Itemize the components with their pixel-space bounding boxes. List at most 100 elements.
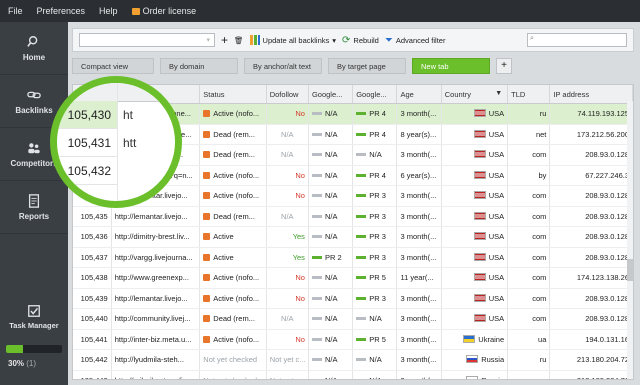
google-1-cell: N/A (308, 349, 354, 371)
table-row[interactable]: 105,439 http://lemantar.livejo... Active (… (73, 288, 633, 309)
col-country[interactable]: Country ▼ (441, 85, 509, 104)
checkbox-icon (28, 305, 40, 317)
tab-compact-view[interactable]: Compact view (72, 58, 154, 74)
rank-bar (311, 194, 322, 198)
status-cell: Dead (rem... (199, 206, 267, 227)
row-num: 105,437 (73, 247, 112, 268)
country-cell: USA (441, 267, 509, 289)
progress-label: 30% (1) (8, 359, 37, 368)
backlink-url[interactable]: http://lemantar.livejo... (111, 288, 201, 309)
col-dofollow[interactable]: Dofollow (266, 85, 309, 104)
col-google-1[interactable]: Google... (308, 85, 354, 104)
backlink-url[interactable]: http://www.greenexp... (111, 267, 201, 289)
google-2-cell: PR 3 (352, 288, 398, 309)
row-num: 105,440 (73, 308, 112, 330)
backlink-url[interactable]: http://lyudmila-steh... (111, 349, 201, 371)
ip-cell: 208.93.0.128 (549, 308, 633, 330)
google-2-cell: PR 5 (352, 329, 398, 350)
age-cell: 3 month(... (396, 349, 442, 371)
filter-icon: ⏷ (384, 34, 393, 46)
backlink-url[interactable]: http://community.livej... (111, 308, 201, 330)
update-all-button[interactable]: Update all backlinks ▾ (249, 35, 337, 45)
advanced-filter-button[interactable]: ⏷ Advanced filter (385, 35, 446, 46)
tab-by-anchor[interactable]: By anchor/alt text (244, 58, 322, 74)
backlink-url[interactable]: http://mihail-evteev.li... (111, 370, 201, 379)
col-age[interactable]: Age (396, 85, 442, 104)
tld-cell: net (507, 124, 551, 145)
row-num: 105,436 (73, 226, 112, 248)
report-icon (28, 193, 40, 208)
dofollow-cell: No (266, 288, 309, 309)
table-row[interactable]: 105,440 http://community.livej... Dead (re… (73, 308, 633, 330)
ip-cell: 208.93.0.128 (549, 185, 633, 207)
col-google-2[interactable]: Google... (352, 85, 398, 104)
scroll-thumb[interactable] (627, 259, 633, 281)
google-1-cell: N/A (308, 124, 354, 145)
status-cell: Active (nofo... (199, 185, 267, 207)
rank-bar (311, 112, 322, 116)
add-button[interactable]: + (221, 33, 228, 47)
order-license-link[interactable]: Order license (131, 6, 196, 16)
tab-new[interactable]: New tab (412, 58, 490, 74)
backlink-url[interactable]: http://inter-biz.meta.u... (111, 329, 201, 350)
country-cell: USA (441, 288, 509, 309)
menu-help[interactable]: Help (99, 6, 118, 16)
dofollow-cell: Yes (266, 226, 309, 248)
table-row[interactable]: 105,435 http://lemantar.livejo... Dead (re… (73, 206, 633, 227)
search-input[interactable]: ⌕ (527, 33, 627, 47)
search-icon (27, 35, 38, 47)
status-icon (203, 171, 211, 179)
search-icon: ⌕ (530, 35, 534, 42)
age-cell: 3 month(... (396, 308, 442, 330)
table-row[interactable]: 105,443http://mihail-evteev.li...Not yet… (73, 370, 633, 379)
google-1-cell: N/A (308, 288, 354, 309)
sidebar-item-home[interactable]: Home (0, 22, 68, 75)
task-manager-button[interactable]: Task Manager (0, 292, 68, 342)
rank-bar (356, 132, 367, 136)
status-cell: Dead (rem... (199, 124, 267, 145)
menu-bar: File Preferences Help Order license (0, 0, 640, 22)
delete-button[interactable]: 🗑 (234, 36, 244, 45)
backlink-url[interactable]: http://dimitry-brest.liv... (111, 226, 201, 248)
tab-by-domain[interactable]: By domain (160, 58, 238, 74)
table-row[interactable]: 105,442 http://lyudmila-steh... Not yet ch… (73, 349, 633, 371)
country-cell: USA (441, 226, 509, 248)
rank-bar (356, 276, 367, 280)
google-2-cell: PR 3 (352, 226, 398, 248)
add-tab-button[interactable]: + (496, 58, 512, 74)
row-num: 105,438 (73, 267, 112, 289)
chevron-down-icon: ▾ (332, 35, 337, 45)
ip-cell: 173.212.56.200 (549, 124, 633, 145)
google-2-cell: N/A (352, 144, 398, 166)
status-cell: Active (199, 247, 267, 268)
col-ip[interactable]: IP address (549, 85, 633, 104)
table-row[interactable]: 105,437 http://vargg.livejourna... Active Y… (73, 247, 633, 268)
country-cell: Russia (441, 370, 509, 379)
flag-icon (473, 314, 486, 323)
table-row[interactable]: 105,436 http://dimitry-brest.liv... Active… (73, 226, 633, 248)
rank-bar (311, 235, 322, 239)
menu-file[interactable]: File (8, 6, 23, 16)
table-row[interactable]: 105,441 http://inter-biz.meta.u... Active … (73, 329, 633, 350)
sidebar-item-reports[interactable]: Reports (0, 181, 68, 234)
rebuild-button[interactable]: ⟳ Rebuild (342, 35, 379, 46)
rank-bar (356, 194, 367, 198)
google-2-cell: N/A (352, 370, 398, 379)
col-tld[interactable]: TLD (507, 85, 551, 104)
project-dropdown[interactable]: ▾ (79, 33, 215, 47)
menu-preferences[interactable]: Preferences (37, 6, 86, 16)
tab-by-target-page[interactable]: By target page (328, 58, 406, 74)
backlink-url[interactable]: http://lemantar.livejo... (111, 206, 201, 227)
vertical-scrollbar[interactable] (627, 101, 633, 379)
rank-bar (356, 317, 367, 321)
task-progress-bar (6, 345, 62, 353)
rank-bar (311, 132, 322, 136)
lens-row-num: 105,432 (57, 157, 117, 185)
google-1-cell: N/A (308, 370, 354, 379)
table-row[interactable]: 105,438 http://www.greenexp... Active (nof… (73, 267, 633, 289)
country-cell: USA (441, 247, 509, 268)
col-status[interactable]: Status (199, 85, 267, 104)
country-cell: Ukraine (441, 329, 509, 350)
backlink-url[interactable]: http://vargg.livejourna... (111, 247, 201, 268)
trash-icon: 🗑 (234, 35, 244, 45)
